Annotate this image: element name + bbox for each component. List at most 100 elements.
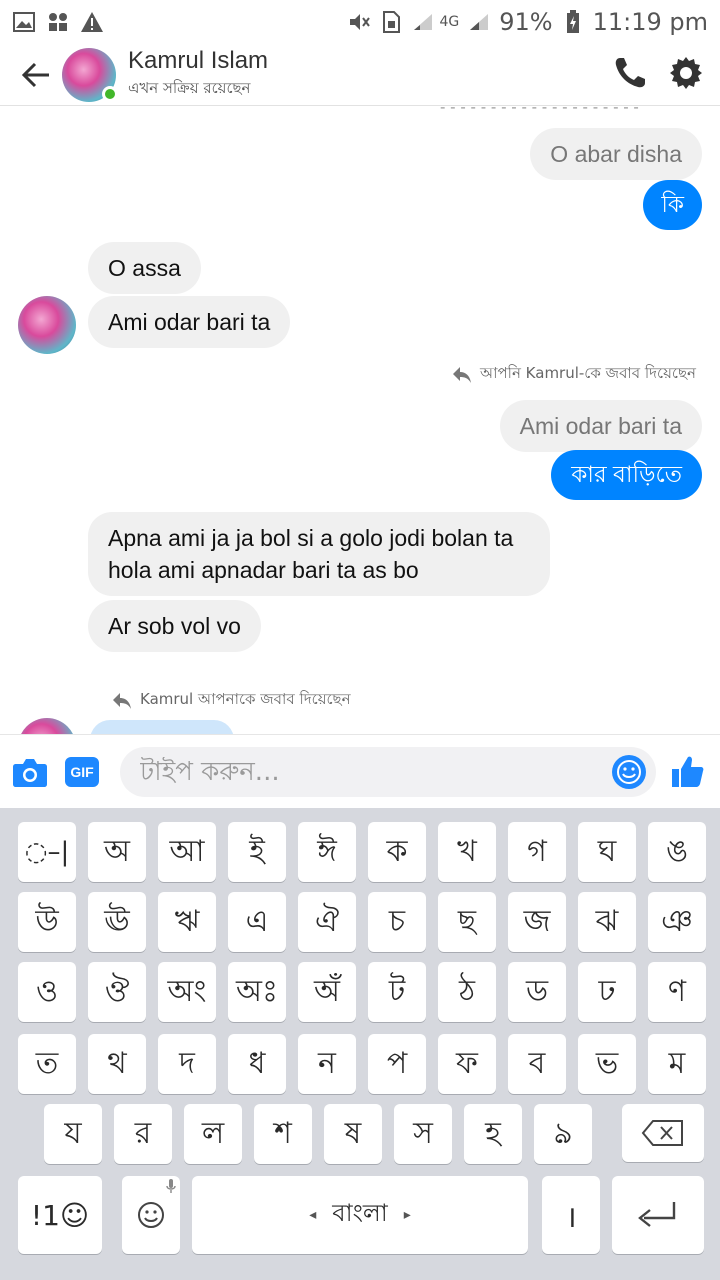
battery-charging-icon <box>561 10 585 34</box>
sent-message[interactable]: কার বাড়িতে <box>551 450 702 500</box>
partial-message[interactable] <box>90 720 234 734</box>
symbols-key[interactable]: !1☺ <box>18 1176 102 1254</box>
key[interactable]: ন <box>298 1034 356 1094</box>
key[interactable]: ই <box>228 822 286 882</box>
backspace-key[interactable] <box>622 1104 704 1162</box>
reply-note: আপনি Kamrul-কে জবাব দিয়েছেন <box>452 362 696 387</box>
key[interactable]: ঙ <box>648 822 706 882</box>
backspace-icon <box>641 1120 683 1146</box>
key[interactable]: ব <box>508 1034 566 1094</box>
chevron-left-icon: ◂ <box>309 1207 317 1223</box>
key[interactable]: ঊ <box>88 892 146 952</box>
key[interactable]: অঁ <box>298 962 356 1022</box>
key[interactable]: ঢ <box>578 962 636 1022</box>
contact-status: এখন সক্রিয় রয়েছেন <box>128 79 251 97</box>
emoji-button[interactable] <box>612 754 646 789</box>
key[interactable]: উ <box>18 892 76 952</box>
space-bar[interactable]: ◂ বাংলা ▸ <box>192 1176 528 1254</box>
key[interactable]: ধ <box>228 1034 286 1094</box>
key[interactable]: ফ <box>438 1034 496 1094</box>
network-type: 4G <box>439 14 460 30</box>
received-message[interactable]: Ami odar bari ta <box>88 296 291 348</box>
key[interactable]: ল <box>184 1104 242 1164</box>
message-list[interactable]: - - - - - - - - - - - - - - - - - - - - … <box>0 106 720 734</box>
key[interactable]: জ <box>508 892 566 952</box>
key[interactable]: ম <box>648 1034 706 1094</box>
key[interactable]: ক <box>368 822 426 882</box>
enter-key[interactable] <box>612 1176 704 1254</box>
message-input[interactable] <box>140 756 610 787</box>
received-message[interactable]: Apna ami ja ja bol si a golo jodi bolan … <box>88 512 550 596</box>
settings-button[interactable] <box>668 55 704 95</box>
chevron-right-icon: ▸ <box>403 1207 411 1223</box>
quoted-message[interactable]: O abar disha <box>530 128 702 180</box>
signal-icon <box>411 10 435 34</box>
reply-note: Kamrul আপনাকে জবাব দিয়েছেন <box>112 688 351 713</box>
back-button[interactable] <box>6 45 66 105</box>
sim-icon <box>379 10 403 34</box>
key[interactable]: ঌ <box>534 1104 592 1164</box>
key[interactable]: ঈ <box>298 822 356 882</box>
mic-icon <box>166 1179 176 1193</box>
camera-button[interactable] <box>10 752 50 792</box>
clock: 11:19 pm <box>592 8 708 36</box>
key[interactable]: চ <box>368 892 426 952</box>
key[interactable]: গ <box>508 822 566 882</box>
contact-avatar[interactable] <box>62 47 118 102</box>
key[interactable]: ভ <box>578 1034 636 1094</box>
clipped-reply-note: - - - - - - - - - - - - - - - - - - - - <box>440 106 639 116</box>
key[interactable]: ঘ <box>578 822 636 882</box>
received-message[interactable]: O assa <box>88 242 201 294</box>
key[interactable]: ষ <box>324 1104 382 1164</box>
key[interactable]: ণ <box>648 962 706 1022</box>
key[interactable]: ঞ <box>648 892 706 952</box>
key[interactable]: ঐ <box>298 892 356 952</box>
gif-button[interactable]: GIF <box>62 752 102 792</box>
sender-avatar[interactable] <box>18 718 76 734</box>
status-bar: 4G 91% 11:19 pm <box>0 0 720 44</box>
key[interactable]: স <box>394 1104 452 1164</box>
key[interactable]: র <box>114 1104 172 1164</box>
reply-arrow-icon <box>113 692 131 709</box>
key[interactable]: ত <box>18 1034 76 1094</box>
conversation-header: Kamrul Islam এখন সক্রিয় রয়েছেন <box>0 44 720 106</box>
key[interactable]: থ <box>88 1034 146 1094</box>
key[interactable]: শ <box>254 1104 312 1164</box>
key[interactable]: আ <box>158 822 216 882</box>
key[interactable]: ও <box>18 962 76 1022</box>
received-message[interactable]: Ar sob vol vo <box>88 600 261 652</box>
key[interactable]: ◌‌–| <box>18 822 76 882</box>
danda-key[interactable]: । <box>542 1176 600 1254</box>
key[interactable]: ঋ <box>158 892 216 952</box>
message-input-container[interactable] <box>120 746 656 797</box>
key[interactable]: অং <box>158 962 216 1022</box>
reply-note-text: Kamrul আপনাকে জবাব দিয়েছেন <box>140 690 351 708</box>
key[interactable]: ঝ <box>578 892 636 952</box>
key[interactable]: ছ <box>438 892 496 952</box>
emoji-key[interactable] <box>122 1176 180 1254</box>
key[interactable]: ঠ <box>438 962 496 1022</box>
key[interactable]: অঃ <box>228 962 286 1022</box>
image-icon <box>12 10 36 34</box>
key[interactable]: ঔ <box>88 962 146 1022</box>
bangla-keyboard: ◌‌–| অ আ ই ঈ ক খ গ ঘ ঙ উ ঊ ঋ এ ঐ চ ছ জ ঝ ঞ ও ঔ অং অঃ অঁ ট ঠ ড ঢ ণ ত থ দ ধ… <box>0 808 720 1280</box>
like-button[interactable] <box>668 752 708 792</box>
key[interactable]: প <box>368 1034 426 1094</box>
contact-title[interactable]: Kamrul Islam এখন সক্রিয় রয়েছেন <box>128 47 268 102</box>
key[interactable]: দ <box>158 1034 216 1094</box>
smiley-icon <box>138 1202 164 1228</box>
sender-avatar[interactable] <box>18 296 76 354</box>
key[interactable]: খ <box>438 822 496 882</box>
key[interactable]: এ <box>228 892 286 952</box>
key[interactable]: হ <box>464 1104 522 1164</box>
camera-icon <box>13 758 47 787</box>
battery-percent: 91% <box>499 8 553 36</box>
key[interactable]: ট <box>368 962 426 1022</box>
key[interactable]: ড <box>508 962 566 1022</box>
call-button[interactable] <box>612 55 648 95</box>
key[interactable]: অ <box>88 822 146 882</box>
sent-message[interactable]: কি <box>643 180 702 230</box>
quoted-message[interactable]: Ami odar bari ta <box>499 400 702 452</box>
key[interactable]: য <box>44 1104 102 1164</box>
signal-icon <box>467 10 491 34</box>
